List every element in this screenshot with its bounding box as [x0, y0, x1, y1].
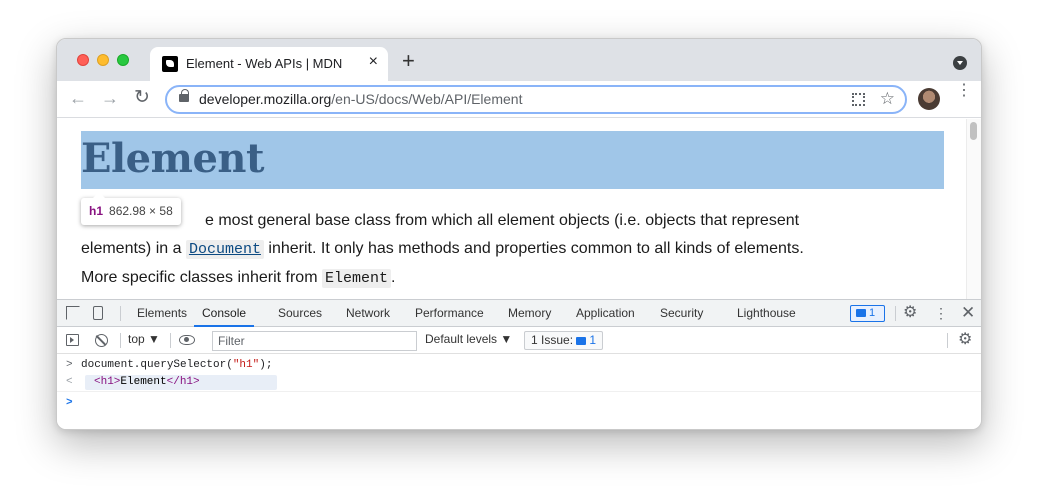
qr-code-icon[interactable] [852, 93, 865, 106]
tab-console[interactable]: Console [194, 300, 255, 327]
console-filter-input[interactable] [212, 331, 417, 351]
tab-security[interactable]: Security [660, 300, 703, 327]
message-icon [856, 309, 866, 317]
element-code: Element [321, 269, 391, 288]
issues-label: 1 Issue: [531, 333, 574, 347]
console-result-row: < <h1>Element</h1> [57, 373, 981, 392]
result-close-tag: </h1> [166, 376, 200, 388]
tab-title: Element - Web APIs | MDN [186, 56, 343, 71]
mdn-favicon-icon [162, 56, 178, 72]
result-text: Element [120, 376, 167, 388]
tab-memory[interactable]: Memory [508, 300, 551, 327]
paragraph-text: elements) in a [81, 240, 186, 257]
device-toolbar-icon[interactable] [93, 306, 103, 320]
divider [895, 306, 896, 321]
settings-gear-icon[interactable]: ⚙ [903, 305, 917, 321]
tab-elements[interactable]: Elements [137, 300, 187, 327]
prompt-chevron-icon: > [66, 397, 73, 409]
page-viewport: Element e most general base class from w… [57, 119, 981, 299]
code-text: ); [259, 359, 273, 371]
back-arrow-icon[interactable]: ← [69, 88, 87, 108]
tab-sources[interactable]: Sources [278, 300, 322, 327]
address-url[interactable]: developer.mozilla.org/en-US/docs/Web/API… [199, 91, 522, 107]
code-string: "h1" [232, 359, 260, 371]
console-prompt-row[interactable]: > [57, 394, 981, 413]
console-settings-gear-icon[interactable]: ⚙ [958, 332, 972, 348]
show-sidebar-icon[interactable] [66, 334, 79, 346]
tooltip-size: 862.98 × 58 [109, 204, 173, 218]
paragraph-text: inherit. It only has methods and propert… [263, 240, 804, 257]
bookmark-star-icon[interactable]: ☆ [880, 89, 895, 109]
tab-search-icon[interactable] [953, 56, 967, 70]
inspect-tooltip: h1 862.98 × 58 [81, 192, 181, 225]
forward-arrow-icon[interactable]: → [101, 88, 119, 108]
paragraph-text: More specific classes inherit from [81, 269, 322, 286]
new-tab-button[interactable]: + [402, 50, 415, 72]
code-text: document.querySelector( [81, 359, 233, 371]
live-expression-eye-icon[interactable] [179, 335, 195, 345]
result-chevron-icon: < [66, 376, 73, 388]
document-link[interactable]: Document [185, 240, 264, 259]
console-output[interactable]: > document.querySelector("h1"); < <h1>El… [57, 354, 981, 429]
log-levels-dropdown[interactable]: Default levels ▼ [425, 332, 512, 346]
divider [947, 333, 948, 348]
lock-icon[interactable] [179, 89, 189, 102]
issues-count: 1 [589, 333, 597, 347]
minimize-window-button[interactable] [97, 54, 109, 66]
url-path: /en-US/docs/Web/API/Element [331, 91, 523, 107]
tab-strip: Element - Web APIs | MDN × + [57, 39, 981, 81]
devtools-tab-bar: Elements Console Sources Network Perform… [57, 300, 981, 327]
result-open-tag: <h1> [94, 376, 121, 388]
console-result-node[interactable]: <h1>Element</h1> [85, 375, 277, 390]
page-scrollbar[interactable] [966, 119, 981, 299]
browser-tab-active[interactable]: Element - Web APIs | MDN × [150, 47, 388, 81]
divider [120, 333, 121, 348]
issue-message-icon [576, 337, 587, 345]
divider [120, 306, 121, 321]
paragraph-text: . [390, 269, 396, 286]
maximize-window-button[interactable] [117, 54, 129, 66]
close-devtools-icon[interactable]: ✕ [961, 303, 975, 323]
messages-count: 1 [869, 307, 876, 319]
context-select[interactable]: top ▼ [128, 332, 160, 346]
console-toolbar: top ▼ Default levels ▼ 1 Issue: 1 ⚙ [57, 327, 981, 354]
tab-lighthouse[interactable]: Lighthouse [737, 300, 796, 327]
issues-button[interactable]: 1 Issue: 1 [524, 331, 604, 350]
paragraph-line-1: e most general base class from which all… [205, 212, 800, 229]
browser-window: Element - Web APIs | MDN × + ← → ↻ devel… [56, 38, 982, 430]
devtools-menu-icon[interactable]: ⋮ [934, 305, 948, 322]
tooltip-tag: h1 [89, 204, 104, 218]
scrollbar-thumb[interactable] [970, 122, 977, 140]
tab-application[interactable]: Application [576, 300, 635, 327]
tab-performance[interactable]: Performance [415, 300, 484, 327]
intro-paragraph: e most general base class from which all… [81, 207, 941, 293]
devtools-panel: Elements Console Sources Network Perform… [57, 299, 981, 429]
paragraph-line-2: elements) in a Document inherit. It only… [81, 235, 941, 264]
tab-network[interactable]: Network [346, 300, 390, 327]
address-bar[interactable]: developer.mozilla.org/en-US/docs/Web/API… [165, 85, 907, 114]
browser-toolbar: ← → ↻ developer.mozilla.org/en-US/docs/W… [57, 81, 981, 118]
tab-close-icon[interactable]: × [369, 53, 378, 71]
paragraph-line-3: More specific classes inherit from Eleme… [81, 264, 941, 293]
browser-menu-icon[interactable]: ⋮ [956, 83, 972, 99]
reload-icon[interactable]: ↻ [134, 88, 150, 108]
profile-avatar[interactable] [918, 88, 940, 110]
inspect-element-icon[interactable] [66, 306, 80, 320]
messages-badge[interactable]: 1 [850, 305, 885, 322]
page-heading: Element [81, 135, 264, 182]
close-window-button[interactable] [77, 54, 89, 66]
divider [170, 333, 171, 348]
clear-console-icon[interactable] [95, 334, 108, 347]
url-host: developer.mozilla.org [199, 91, 332, 107]
